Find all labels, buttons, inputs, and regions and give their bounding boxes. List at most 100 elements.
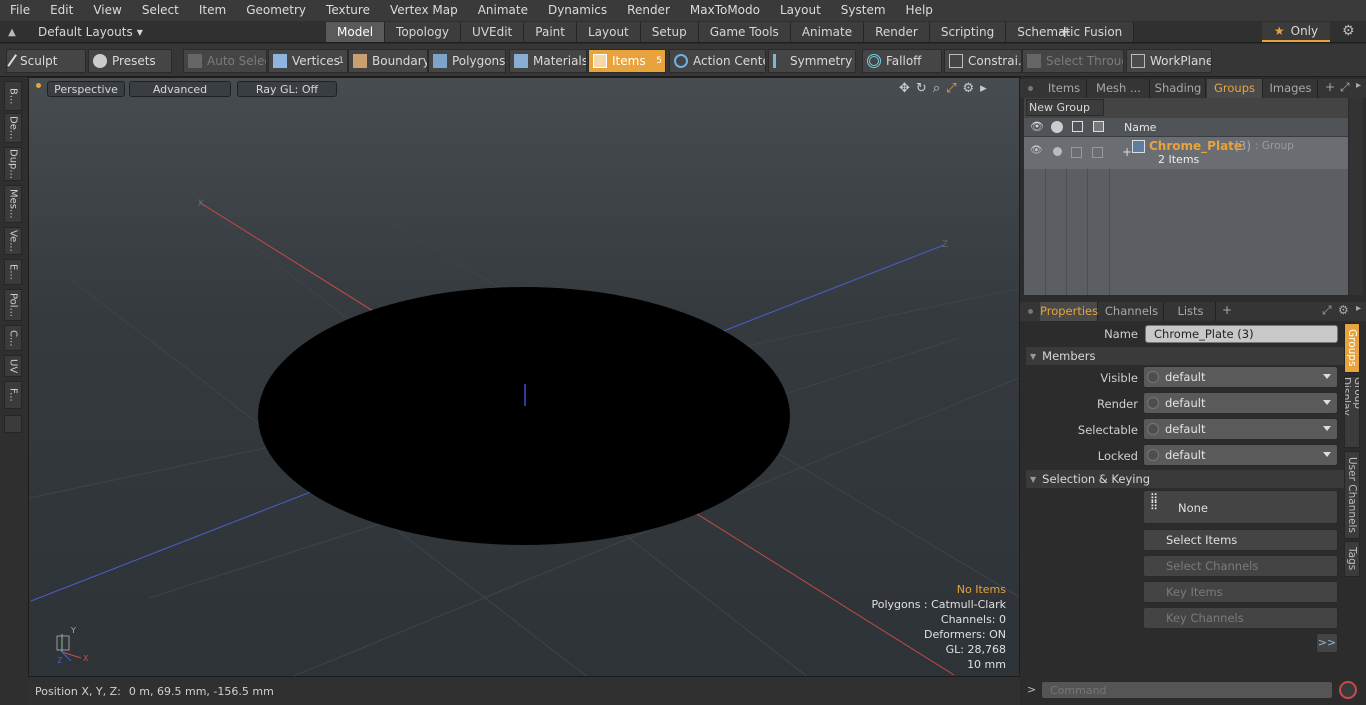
row-render-icon[interactable] [1053,147,1062,156]
menu-layout[interactable]: Layout [770,0,831,21]
falloff-button[interactable]: Falloff [862,49,942,73]
gear-icon[interactable]: ⚙ [1342,23,1355,39]
props-scroll-icon[interactable]: ▸ [1356,303,1361,314]
polygons-button[interactable]: Polygons [428,49,506,73]
menu-item[interactable]: Item [189,0,236,21]
visible-dropdown[interactable]: default [1143,366,1338,388]
workplane-button[interactable]: WorkPlane [1126,49,1212,73]
command-input[interactable] [1041,681,1333,699]
selection-keying-section[interactable]: ▼ Selection & Keying [1026,470,1346,488]
name-field[interactable]: Chrome_Plate (3) [1145,325,1338,343]
key-channels-button[interactable]: Key Channels [1143,607,1338,629]
scroll-right-icon[interactable]: ▸ [1356,80,1361,91]
none-button[interactable]: ⠿ ⠿ None [1143,490,1338,524]
left-tab-5[interactable]: E... [4,259,22,285]
rotate-view-icon[interactable]: ↻ [916,81,927,96]
menu-dynamics[interactable]: Dynamics [538,0,617,21]
row-select-box[interactable] [1071,147,1082,158]
groups-scrollbar[interactable] [1349,98,1363,295]
left-tab-extra[interactable] [4,415,22,433]
props-gear-icon[interactable]: ⚙ [1338,303,1349,317]
panel-tab-mesh[interactable]: Mesh ... [1088,79,1150,98]
panel-tab-items[interactable]: Items [1042,79,1087,98]
only-toggle[interactable]: ★ Only [1262,22,1330,42]
advanced-button[interactable]: Advanced [129,81,231,97]
tab-paint[interactable]: Paint [524,22,577,42]
expand-plus-icon[interactable]: + [1122,145,1132,159]
select-through-button[interactable]: Select Through [1022,49,1124,73]
boundary-button[interactable]: Boundary [348,49,428,73]
side-tab-tags[interactable]: Tags [1344,541,1360,577]
symmetry-button[interactable]: Symmetry [768,49,856,73]
menu-vertex-map[interactable]: Vertex Map [380,0,468,21]
row-lock-box[interactable] [1092,147,1103,158]
tab-game-tools[interactable]: Game Tools [698,22,791,42]
tab-animate[interactable]: Animate [790,22,865,42]
selectable-dropdown[interactable]: default [1143,418,1338,440]
menu-system[interactable]: System [831,0,896,21]
side-tab-groups[interactable]: Groups [1344,323,1360,373]
menu-help[interactable]: Help [896,0,943,21]
view-settings-icon[interactable]: ⚙ [963,81,975,96]
tab-uvedit[interactable]: UVEdit [461,22,525,42]
menu-edit[interactable]: Edit [40,0,83,21]
left-tab-8[interactable]: UV [4,355,22,377]
add-tab-icon[interactable]: + [1058,22,1071,41]
panel-tab-images[interactable]: Images [1264,79,1318,98]
props-tab-channels[interactable]: Channels [1100,302,1164,321]
left-tab-4[interactable]: Ve... [4,227,22,255]
left-tab-3[interactable]: Mes... [4,185,22,223]
perspective-button[interactable]: Perspective [47,81,125,97]
menu-maxtomodo[interactable]: MaxToModo [680,0,770,21]
record-icon[interactable] [1339,681,1357,699]
add-panel-tab-icon[interactable]: + [1325,80,1335,94]
visibility-eye-icon[interactable]: 👁 [1030,120,1044,133]
menu-view[interactable]: View [83,0,131,21]
panel-menu-dot[interactable] [1028,86,1033,91]
chrome-plate-mesh[interactable] [258,287,790,545]
add-props-tab-icon[interactable]: + [1222,303,1232,317]
items-button[interactable]: Items 5 [588,49,666,73]
tab-scripting[interactable]: Scripting [929,22,1007,42]
auto-select-button[interactable]: Auto Select [183,49,267,73]
render-icon[interactable] [1051,121,1063,133]
left-tab-0[interactable]: B... [4,81,22,111]
action-center-button[interactable]: Action Center [669,49,766,73]
select-cube-icon[interactable] [1072,121,1083,132]
expand-props-icon[interactable]: ⤢ [1322,303,1332,318]
key-items-button[interactable]: Key Items [1143,581,1338,603]
menu-select[interactable]: Select [132,0,189,21]
tab-render[interactable]: Render [864,22,930,42]
viewport-menu-dot[interactable] [36,83,41,88]
group-row[interactable]: 👁 + Chrome_Plate (3) : Group 2 Items [1024,137,1348,169]
select-items-button[interactable]: Select Items [1143,529,1338,551]
materials-button[interactable]: Materials [509,49,587,73]
menu-file[interactable]: File [0,0,40,21]
move-view-icon[interactable]: ✥ [899,81,910,96]
sculpt-button[interactable]: Sculpt [6,49,86,73]
expand-panel-icon[interactable]: ⤢ [1340,80,1350,95]
props-tab-lists[interactable]: Lists [1166,302,1216,321]
render-dropdown[interactable]: default [1143,392,1338,414]
tab-layout[interactable]: Layout [576,22,641,42]
props-menu-dot[interactable] [1028,309,1033,314]
left-tab-9[interactable]: F... [4,381,22,409]
constraints-button[interactable]: Constrai... [944,49,1022,73]
side-tab-user-channels[interactable]: User Channels [1344,451,1360,539]
pin-icon[interactable]: ▲ [0,27,24,38]
raygl-button[interactable]: Ray GL: Off [237,81,337,97]
panel-tab-shading[interactable]: Shading [1151,79,1206,98]
layout-dropdown[interactable]: ▲ Default Layouts ▼ [0,21,180,43]
tab-setup[interactable]: Setup [640,22,699,42]
select-channels-button[interactable]: Select Channels [1143,555,1338,577]
tab-model[interactable]: Model [326,22,386,42]
presets-button[interactable]: Presets [88,49,172,73]
left-tab-7[interactable]: C... [4,325,22,351]
more-button[interactable]: >> [1316,633,1338,653]
left-tab-6[interactable]: Pol... [4,289,22,321]
tab-topology[interactable]: Topology [385,22,462,42]
lock-cube-icon[interactable] [1093,121,1104,132]
left-tab-1[interactable]: De... [4,113,22,143]
play-icon[interactable]: ▸ [980,81,987,96]
row-eye-icon[interactable]: 👁 [1030,145,1043,156]
